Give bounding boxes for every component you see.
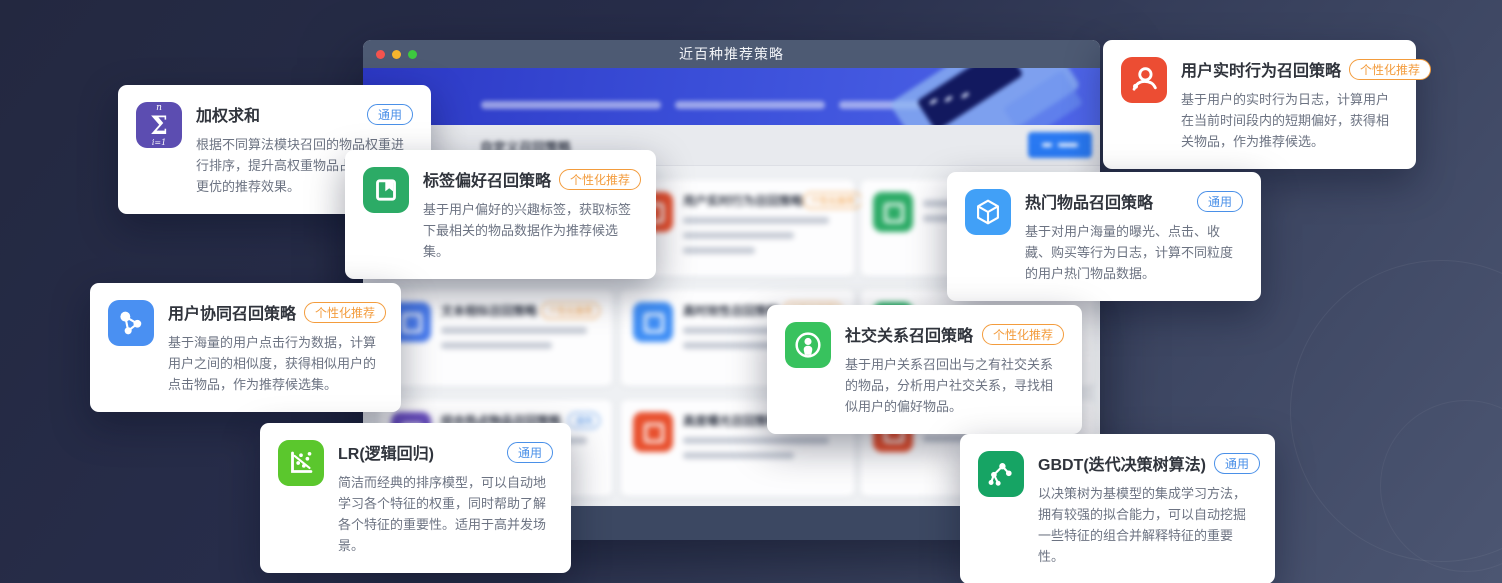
card-description: 基于用户的实时行为日志，计算用户在当前时间段内的短期偏好，获得相关物品，作为推荐… xyxy=(1181,89,1398,152)
cube-icon xyxy=(965,189,1011,235)
card-user-collaborative: 用户协同召回策略 个性化推荐 基于海量的用户点击行为数据，计算用户之间的相似度，… xyxy=(90,283,401,412)
sigma-icon: nΣi=1 xyxy=(136,102,182,148)
card-description: 基于海量的用户点击行为数据，计算用户之间的相似度，获得相似用户的点击物品，作为推… xyxy=(168,332,383,395)
card-description: 简洁而经典的排序模型，可以自动地学习各个特征的权重，同时帮助了解各个特征的重要性… xyxy=(338,472,553,556)
card-realtime-behavior: 用户实时行为召回策略 个性化推荐 基于用户的实时行为日志，计算用户在当前时间段内… xyxy=(1103,40,1416,169)
podcast-person-icon xyxy=(785,322,831,368)
strategy-badge: 个性化推荐 xyxy=(541,302,600,319)
strategy-badge: 通用 xyxy=(568,412,600,429)
strategy-title: 用户实时行为召回策略 xyxy=(683,192,803,209)
text-line-placeholder xyxy=(441,342,552,349)
strategy-title: 高时效性召回策略 xyxy=(683,302,779,319)
card-gbdt: GBDT(迭代决策树算法) 通用 以决策树为基模型的集成学习方法，拥有较强的拟合… xyxy=(960,434,1275,583)
strategy-title: 高度曝光召回策略 xyxy=(683,412,779,429)
card-hot-items: 热门物品召回策略 通用 基于对用户海量的曝光、点击、收藏、购买等行为日志，计算不… xyxy=(947,172,1261,301)
card-title: 标签偏好召回策略 xyxy=(423,167,551,191)
traffic-lights xyxy=(376,50,417,59)
text-line-placeholder xyxy=(683,217,829,224)
book-icon xyxy=(363,167,409,213)
book-icon xyxy=(873,192,913,232)
card-title: 用户协同召回策略 xyxy=(168,300,296,324)
badge-personalized: 个性化推荐 xyxy=(559,169,641,190)
grid-icon xyxy=(633,412,673,452)
window-title: 近百种推荐策略 xyxy=(363,40,1100,68)
badge-personalized: 个性化推荐 xyxy=(304,302,386,323)
hero-content xyxy=(363,68,1100,125)
primary-action-button[interactable] xyxy=(1028,132,1092,158)
badge-personalized: 个性化推荐 xyxy=(982,324,1064,345)
device-detail xyxy=(929,98,937,105)
tree-nodes-icon xyxy=(978,451,1024,497)
card-title: GBDT(迭代决策树算法) xyxy=(1038,451,1206,475)
share-network-icon xyxy=(108,300,154,346)
badge-personalized: 个性化推荐 xyxy=(1349,59,1431,80)
badge-general: 通用 xyxy=(1197,191,1243,212)
device-detail xyxy=(944,96,952,103)
text-line-placeholder xyxy=(675,101,825,109)
translate-icon xyxy=(633,302,673,342)
user-icon xyxy=(1121,57,1167,103)
text-line-placeholder xyxy=(441,327,587,334)
scatter-chart-icon xyxy=(278,440,324,486)
card-description: 基于对用户海量的曝光、点击、收藏、购买等行为日志，计算不同粒度的用户热门物品数据… xyxy=(1025,221,1243,284)
card-title: 热门物品召回策略 xyxy=(1025,189,1153,213)
badge-general: 通用 xyxy=(367,104,413,125)
card-title: LR(逻辑回归) xyxy=(338,440,434,464)
card-title: 社交关系召回策略 xyxy=(845,322,973,346)
text-line-placeholder xyxy=(683,437,829,444)
device-detail xyxy=(961,92,969,99)
strategy-badge: 个性化推荐 xyxy=(803,192,862,209)
card-description: 基于用户偏好的兴趣标签，获取标签下最相关的物品数据作为推荐候选集。 xyxy=(423,199,638,262)
card-title: 用户实时行为召回策略 xyxy=(1181,57,1341,81)
window-titlebar: 近百种推荐策略 xyxy=(363,40,1100,68)
hero-banner xyxy=(363,68,1100,125)
text-line-placeholder xyxy=(683,247,755,254)
strategy-title: 文本相似召回策略 xyxy=(441,302,537,319)
card-title: 加权求和 xyxy=(196,102,260,126)
badge-general: 通用 xyxy=(1214,453,1260,474)
page-root: 近百种推荐策略 自定义召回策略 xyxy=(0,0,1502,583)
strategy-card: 文本相似召回策略 个性化推荐 xyxy=(379,290,612,386)
minimize-button[interactable] xyxy=(392,50,401,59)
badge-general: 通用 xyxy=(507,442,553,463)
zoom-button[interactable] xyxy=(408,50,417,59)
card-description: 以决策树为基模型的集成学习方法，拥有较强的拟合能力，可以自动挖掘一些特征的组合并… xyxy=(1038,483,1257,567)
close-button[interactable] xyxy=(376,50,385,59)
card-lr: LR(逻辑回归) 通用 简洁而经典的排序模型，可以自动地学习各个特征的权重，同时… xyxy=(260,423,571,573)
text-line-placeholder xyxy=(683,232,794,239)
text-line-placeholder xyxy=(481,101,661,109)
text-line-placeholder xyxy=(683,452,794,459)
card-social-relation: 社交关系召回策略 个性化推荐 基于用户关系召回出与之有社交关系的物品，分析用户社… xyxy=(767,305,1082,434)
card-description: 基于用户关系召回出与之有社交关系的物品，分析用户社交关系，寻找相似用户的偏好物品… xyxy=(845,354,1064,417)
card-tag-preference: 标签偏好召回策略 个性化推荐 基于用户偏好的兴趣标签，获取标签下最相关的物品数据… xyxy=(345,150,656,279)
